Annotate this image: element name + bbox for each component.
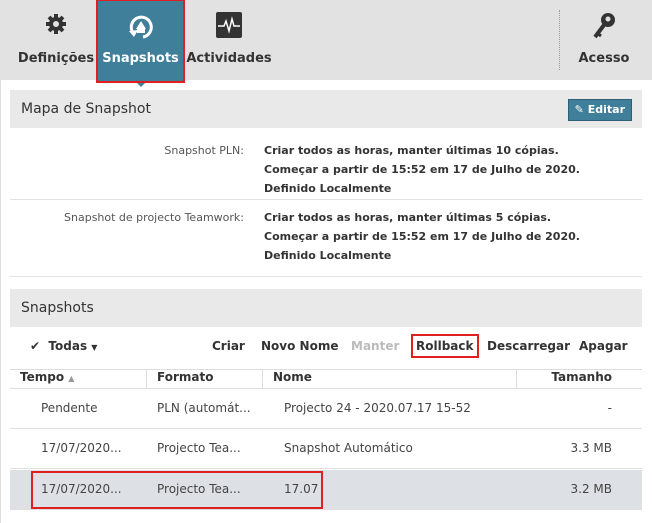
map-label: Snapshot de projecto Teamwork: <box>64 211 244 224</box>
tab-label: Snapshots <box>102 51 179 66</box>
section-title: Mapa de Snapshot <box>21 101 151 117</box>
tab-label: Acesso <box>578 51 630 66</box>
cell-format: PLN (automát... <box>157 401 251 415</box>
tab-snapshots[interactable]: Snapshots <box>96 0 185 87</box>
column-label: Tempo <box>20 370 65 384</box>
snapshot-map-header: Mapa de Snapshot ✎ Editar <box>10 90 642 128</box>
map-row-teamwork: Snapshot de projecto Teamwork: Criar tod… <box>10 200 642 277</box>
key-icon <box>593 13 615 39</box>
map-value: Criar todos as horas, manter últimas 5 c… <box>264 208 580 265</box>
cell-format: Projecto Tea... <box>157 482 241 496</box>
keep-button[interactable]: Manter <box>351 339 399 353</box>
cell-name: Snapshot Automático <box>284 441 413 455</box>
caret-down-icon: ▼ <box>91 343 98 352</box>
divider <box>559 10 560 70</box>
download-button[interactable]: Descarregar <box>487 339 570 353</box>
table-row[interactable]: Pendente PLN (automát... Projecto 24 - 2… <box>10 389 642 429</box>
map-line: Definido Localmente <box>264 249 392 262</box>
column-header-time[interactable]: Tempo ▲ <box>10 370 147 389</box>
map-value: Criar todos as horas, manter últimas 10 … <box>264 141 580 198</box>
top-toolbar: Definições Snapshots Actividades Acesso <box>0 0 652 87</box>
map-line: Criar todos as horas, manter últimas 10 … <box>264 144 559 157</box>
tab-definicoes[interactable]: Definições <box>17 0 95 80</box>
pencil-icon: ✎ <box>574 103 584 116</box>
tab-label: Actividades <box>186 51 272 66</box>
cell-size: 3.2 MB <box>570 482 612 496</box>
cell-name: Projecto 24 - 2020.07.17 15-52 <box>284 401 471 415</box>
map-line: Começar a partir de 15:52 em 17 de Julho… <box>264 230 580 243</box>
activity-icon <box>216 12 242 38</box>
column-header-name[interactable]: Nome <box>263 370 517 389</box>
map-line: Definido Localmente <box>264 182 392 195</box>
cell-name: 17.07 <box>284 482 319 496</box>
filter-dropdown[interactable]: ✔ Todas ▼ <box>30 339 97 353</box>
tab-actividades[interactable]: Actividades <box>186 0 272 80</box>
rollback-button[interactable]: Rollback <box>411 334 479 358</box>
check-icon: ✔ <box>30 339 41 353</box>
cell-format: Projecto Tea... <box>157 441 241 455</box>
cell-time: 17/07/2020... <box>41 441 122 455</box>
cell-size: - <box>607 401 612 415</box>
cell-size: 3.3 MB <box>570 441 612 455</box>
snapshot-icon <box>128 15 153 39</box>
edit-button[interactable]: ✎ Editar <box>567 99 632 121</box>
tab-acesso[interactable]: Acesso <box>570 0 638 80</box>
map-row-pln: Snapshot PLN: Criar todos as horas, mant… <box>10 138 642 200</box>
section-title: Snapshots <box>21 300 94 316</box>
sort-asc-icon: ▲ <box>68 374 75 383</box>
map-line: Criar todos as horas, manter últimas 5 c… <box>264 211 552 224</box>
gear-icon <box>46 14 66 34</box>
delete-button[interactable]: Apagar <box>579 339 628 353</box>
snapshots-header: Snapshots <box>10 289 642 327</box>
cell-time: 17/07/2020... <box>41 482 122 496</box>
cell-time: Pendente <box>41 401 98 415</box>
tab-label: Definições <box>17 51 95 66</box>
edit-label: Editar <box>587 103 625 116</box>
table-row-selected[interactable]: 17/07/2020... Projecto Tea... 17.07 3.2 … <box>10 470 642 510</box>
column-header-format[interactable]: Formato <box>147 370 263 389</box>
filter-label: Todas <box>48 339 88 353</box>
rename-button[interactable]: Novo Nome <box>261 339 338 353</box>
create-button[interactable]: Criar <box>212 339 245 353</box>
map-line: Começar a partir de 15:52 em 17 de Julho… <box>264 163 580 176</box>
table-row[interactable]: 17/07/2020... Projecto Tea... Snapshot A… <box>10 429 642 469</box>
column-header-size[interactable]: Tamanho <box>517 370 642 389</box>
map-label: Snapshot PLN: <box>164 144 244 157</box>
